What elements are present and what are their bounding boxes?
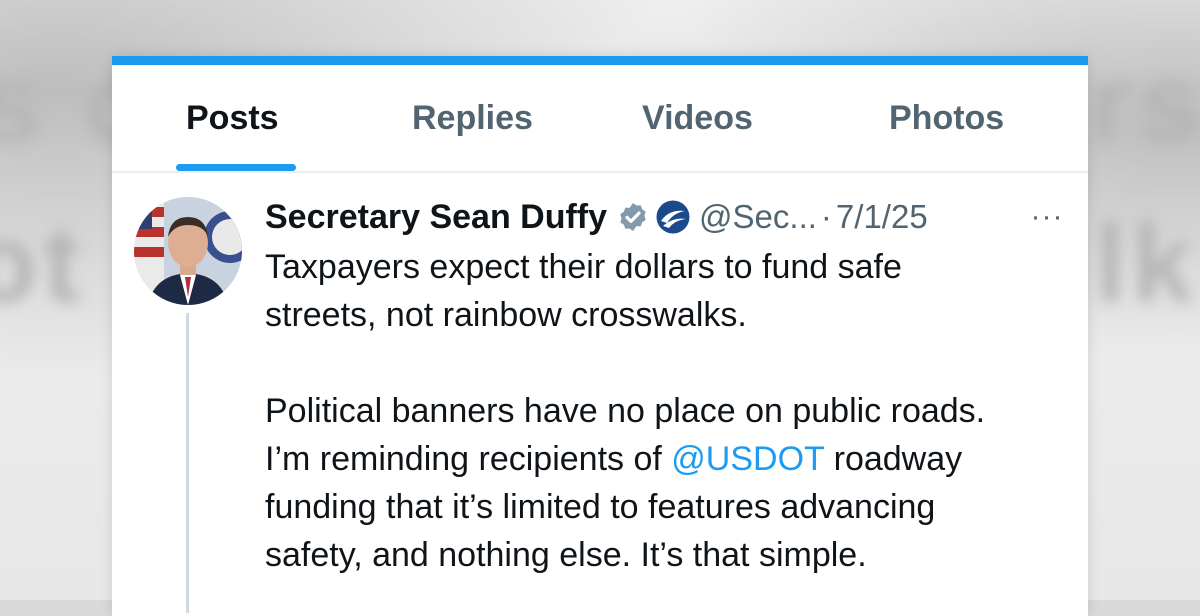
tab-posts[interactable]: Posts xyxy=(186,65,279,171)
author-handle[interactable]: @Sec... xyxy=(699,198,817,236)
thread-connector xyxy=(186,313,189,613)
usdot-logo-icon[interactable] xyxy=(655,199,691,235)
post-header: Secretary Sean Duffy @Sec... · 7/1/25 xyxy=(265,195,1065,239)
post-paragraph-1: Taxpayers expect their dollars to fund s… xyxy=(265,248,902,334)
avatar[interactable] xyxy=(134,197,242,305)
avatar-photo xyxy=(134,197,242,305)
profile-tabs: Posts Replies Videos Photos xyxy=(112,65,1088,173)
verified-badge-icon[interactable] xyxy=(617,201,649,233)
background-blur-text: ot xyxy=(0,202,86,325)
author-name[interactable]: Secretary Sean Duffy xyxy=(265,198,607,237)
post-date[interactable]: 7/1/25 xyxy=(836,198,928,236)
meta-separator: · xyxy=(820,198,832,235)
profile-timeline-card: Posts Replies Videos Photos Secretary Se… xyxy=(112,56,1088,616)
active-tab-indicator xyxy=(176,164,296,171)
post-text: Taxpayers expect their dollars to fund s… xyxy=(265,243,1065,579)
mention-link-usdot[interactable]: @USDOT xyxy=(671,440,824,478)
post[interactable]: Secretary Sean Duffy @Sec... · 7/1/25 ··… xyxy=(112,173,1088,613)
tab-photos[interactable]: Photos xyxy=(889,65,1004,171)
post-paragraph-2: Political banners have no place on publi… xyxy=(265,387,1065,579)
more-options-icon[interactable]: ··· xyxy=(1027,195,1067,239)
tab-replies[interactable]: Replies xyxy=(412,65,533,171)
background-blur-text: rs xyxy=(1090,42,1200,165)
background-blur-text: lk xyxy=(1095,202,1199,325)
tab-videos[interactable]: Videos xyxy=(642,65,753,171)
